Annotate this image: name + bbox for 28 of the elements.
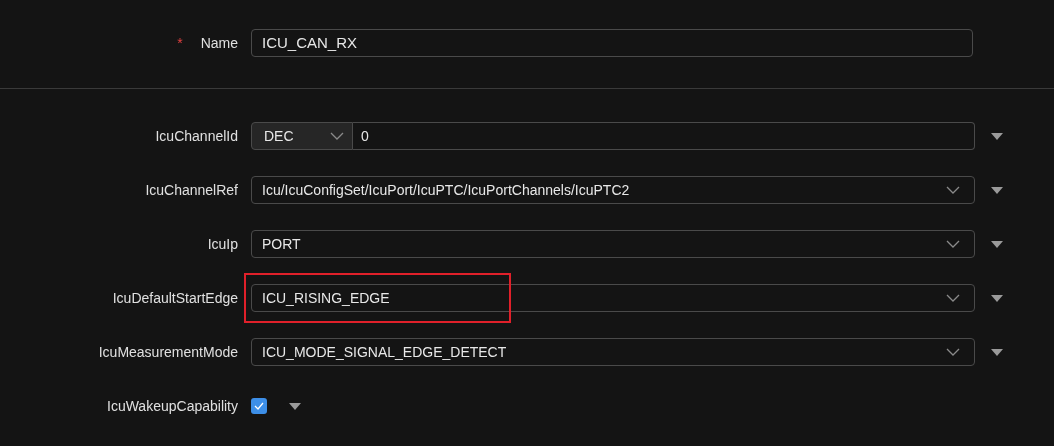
input-field[interactable]: 0 xyxy=(353,122,975,150)
required-asterisk: * xyxy=(177,33,183,53)
field-label: IcuChannelId xyxy=(154,126,238,146)
caret-down-icon[interactable] xyxy=(991,240,1003,248)
select-field[interactable]: ICU_MODE_SIGNAL_EDGE_DETECT xyxy=(251,338,975,366)
check-icon xyxy=(254,402,264,410)
field-label: IcuWakeupCapability xyxy=(106,396,238,416)
field-label: IcuDefaultStartEdge xyxy=(111,288,238,308)
field-label: IcuMeasurementMode xyxy=(97,342,238,362)
caret-down-icon[interactable] xyxy=(289,402,301,410)
select-field[interactable]: Icu/IcuConfigSet/IcuPort/IcuPTC/IcuPortChannels/IcuPTC2 xyxy=(251,176,975,204)
checkbox[interactable] xyxy=(251,398,267,414)
field-label: Name xyxy=(200,33,238,53)
caret-down-icon[interactable] xyxy=(991,186,1003,194)
chevron-down-icon xyxy=(946,240,960,248)
field-label: IcuIp xyxy=(206,234,238,254)
caret-down-icon[interactable] xyxy=(991,132,1003,140)
name-input[interactable]: ICU_CAN_RX xyxy=(251,29,973,57)
chevron-down-icon xyxy=(946,186,960,194)
select-field[interactable]: ICU_RISING_EDGE xyxy=(251,284,975,312)
format-dropdown[interactable]: DEC xyxy=(251,122,353,150)
chevron-down-icon xyxy=(946,348,960,356)
chevron-down-icon xyxy=(946,294,960,302)
caret-down-icon[interactable] xyxy=(991,348,1003,356)
select-field[interactable]: PORT xyxy=(251,230,975,258)
chevron-down-icon xyxy=(330,132,344,140)
field-label: IcuChannelRef xyxy=(144,180,238,200)
caret-down-icon[interactable] xyxy=(991,294,1003,302)
